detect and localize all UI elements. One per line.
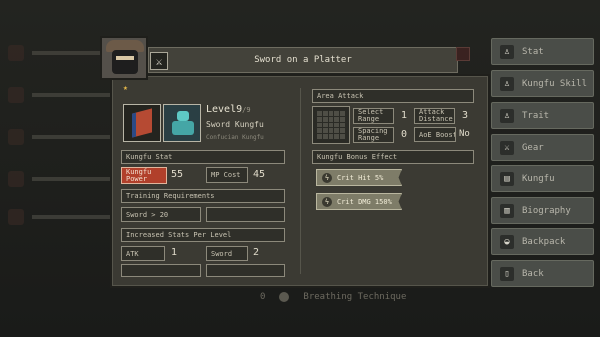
increased-stats-header: Increased Stats Per Level: [121, 228, 285, 242]
star-icon: ★: [123, 83, 128, 92]
spacing-range-value: 0: [401, 129, 408, 140]
mp-cost-label: MP Cost: [206, 167, 248, 183]
kungfu-level: Level9/9: [206, 104, 251, 115]
kungfu-school: Confucian Kungfu: [206, 134, 264, 141]
dialog-title-bar: Sword on a Platter: [148, 47, 458, 73]
menu-stat-button[interactable]: ♙ Stat: [491, 38, 594, 65]
panel-divider: [300, 88, 301, 274]
kungfu-book-icon: [123, 104, 161, 142]
menu-backpack-button[interactable]: ◒ Backpack: [491, 228, 594, 255]
area-grid-icon: [312, 106, 350, 144]
menu-biography-button[interactable]: ▥ Biography: [491, 197, 594, 224]
dialog-title: Sword on a Platter: [254, 55, 352, 65]
dialog-corner-tab: [456, 47, 470, 61]
breathing-label: Breathing Technique: [303, 292, 407, 302]
mp-cost-value: 45: [253, 169, 266, 180]
breathing-count: 0: [260, 292, 266, 302]
bonus-effect-crit-dmg[interactable]: ϟ Crit DMG 150%: [316, 193, 402, 210]
training-dummy-icon: [163, 104, 201, 142]
sword-icon: ⚔: [500, 140, 514, 155]
training-requirements-header: Training Requirements: [121, 189, 285, 203]
bag-icon: ◒: [500, 234, 514, 249]
select-range-label: Select Range: [353, 108, 394, 124]
person-icon: ♙: [500, 108, 514, 123]
area-attack-header: Area Attack: [312, 89, 474, 103]
select-range-value: 1: [401, 110, 408, 121]
book-icon: ▥: [500, 203, 514, 218]
stat-sword-value: 2: [253, 247, 260, 258]
person-icon: ♙: [500, 76, 514, 91]
menu-back-button[interactable]: ▯ Back: [491, 260, 594, 287]
stat-empty-slot: [206, 264, 285, 277]
kungfu-power-label: Kungfu Power: [121, 167, 167, 184]
aoe-boost-value: No: [459, 129, 470, 139]
stat-empty-slot: [121, 264, 201, 277]
training-requirement: Sword > 20: [121, 207, 201, 222]
lightning-icon: ϟ: [322, 172, 332, 183]
attack-distance-label: Attack Distance: [414, 108, 455, 124]
kungfu-power-value: 55: [171, 169, 184, 180]
training-requirement-empty: [206, 207, 285, 222]
stat-atk-label: ATK: [121, 246, 165, 261]
door-icon: ▯: [500, 266, 514, 281]
lightning-icon: ϟ: [322, 196, 332, 207]
menu-kungfu-button[interactable]: ▤ Kungfu: [491, 165, 594, 192]
stat-atk-value: 1: [171, 247, 178, 258]
book-icon: ▤: [500, 171, 514, 186]
aoe-boost-label: AoE Boost: [414, 127, 456, 142]
attack-distance-value: 3: [462, 110, 469, 121]
spacing-range-label: Spacing Range: [353, 127, 394, 143]
menu-trait-button[interactable]: ♙ Trait: [491, 102, 594, 129]
menu-kungfu-skill-button[interactable]: ♙ Kungfu Skill: [491, 70, 594, 97]
character-avatar[interactable]: [100, 36, 148, 80]
sword-icon: ⚔: [150, 52, 168, 70]
kungfu-name: Sword Kungfu: [206, 120, 264, 129]
breathing-icon: [279, 292, 290, 302]
stat-sword-label: Sword: [206, 246, 248, 261]
bonus-effect-crit-hit[interactable]: ϟ Crit Hit 5%: [316, 169, 402, 186]
kungfu-stat-header: Kungfu Stat: [121, 150, 285, 164]
menu-gear-button[interactable]: ⚔ Gear: [491, 134, 594, 161]
person-icon: ♙: [500, 44, 514, 59]
kungfu-bonus-header: Kungfu Bonus Effect: [312, 150, 474, 164]
